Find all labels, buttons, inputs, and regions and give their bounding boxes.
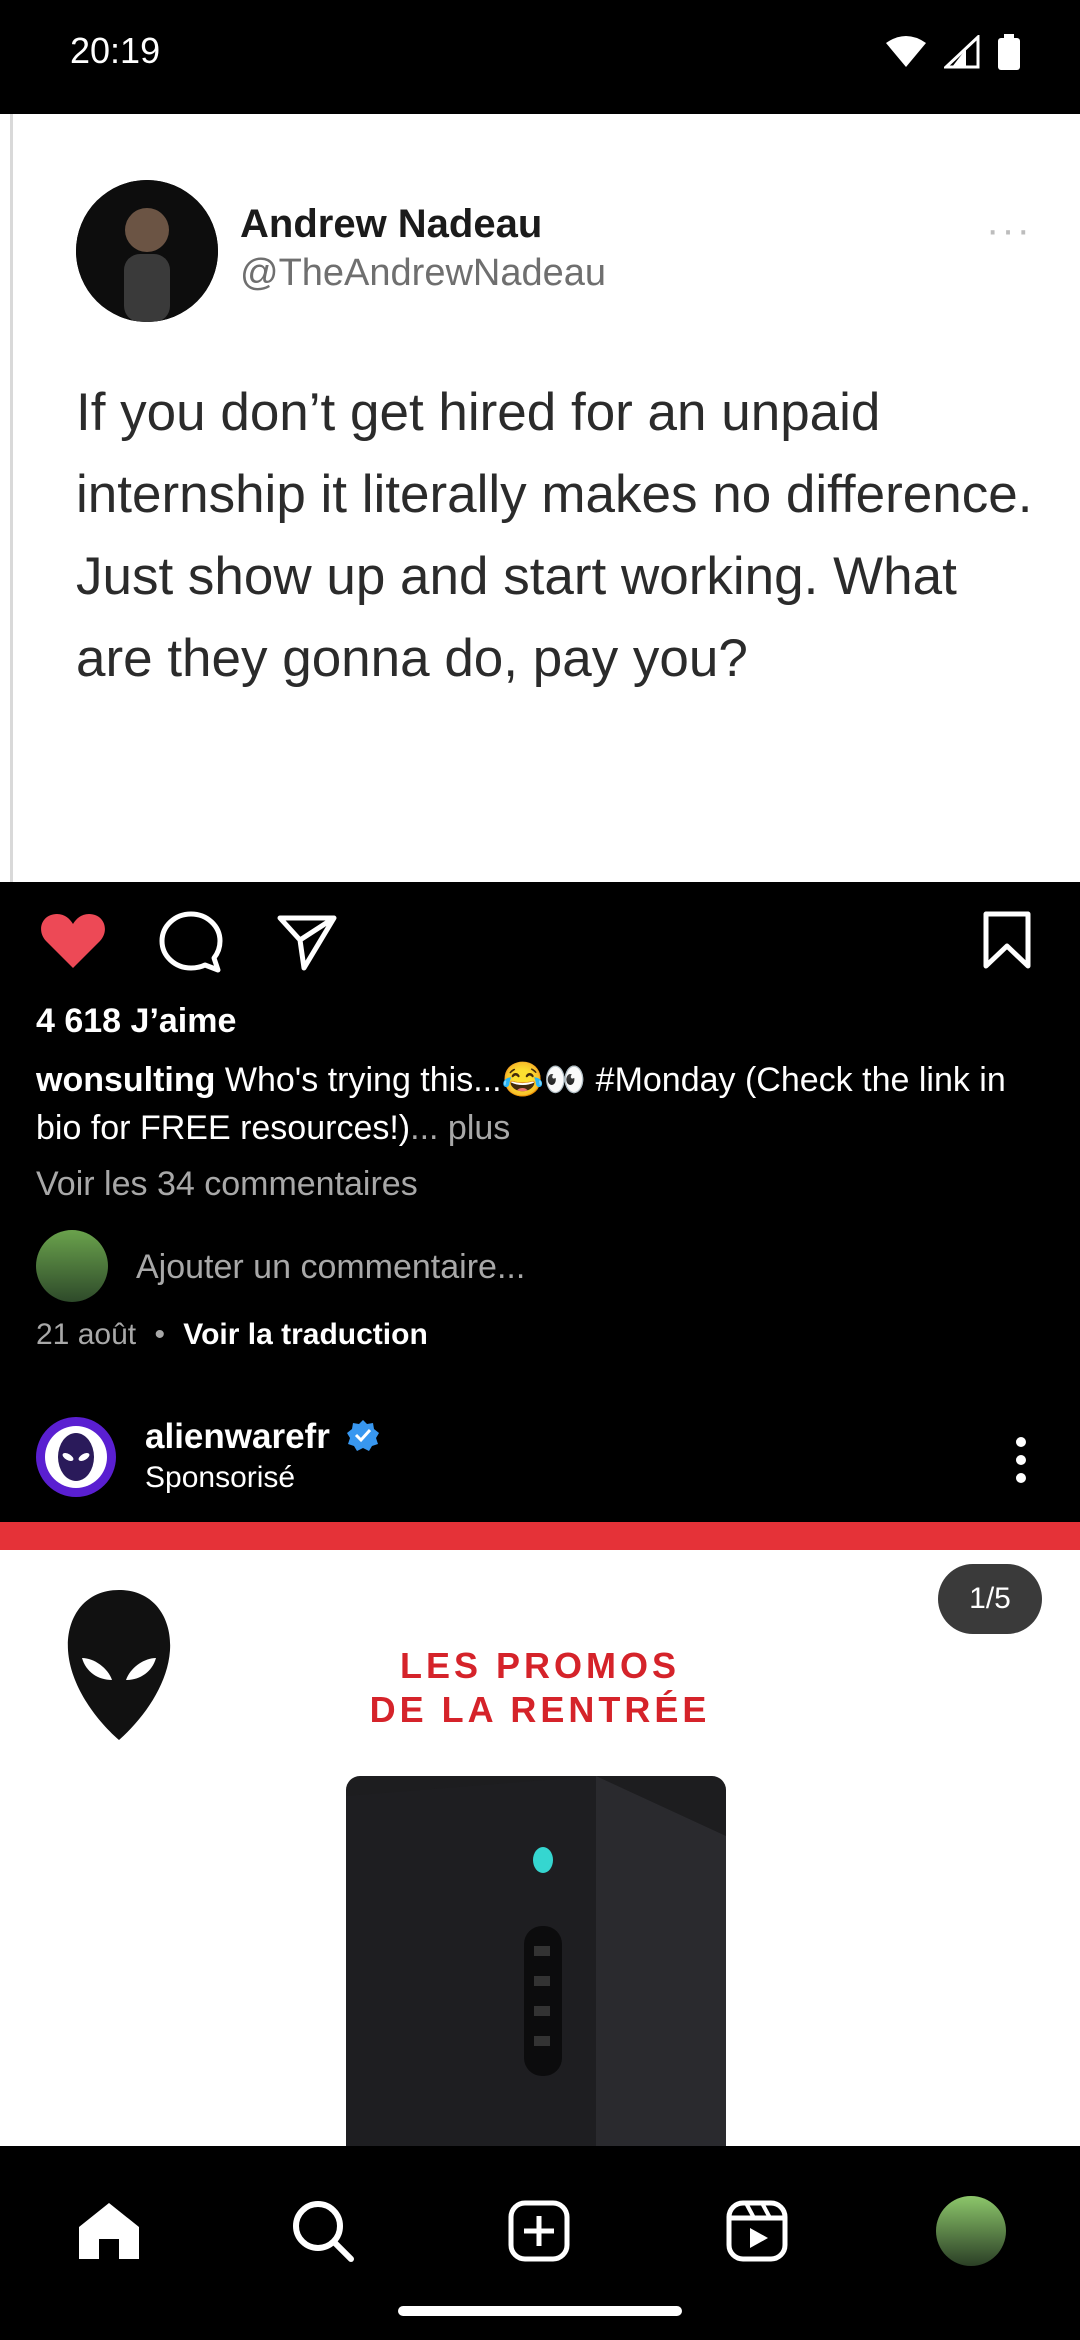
- ad-top-bar: [0, 1522, 1080, 1550]
- sponsored-label: Sponsorisé: [145, 1461, 296, 1494]
- post-date: 21 août: [36, 1318, 137, 1351]
- nav-search[interactable]: [288, 2196, 358, 2266]
- add-comment-input[interactable]: Ajouter un commentaire...: [136, 1248, 525, 1287]
- tweet-author-name: Andrew Nadeau: [240, 202, 543, 246]
- more-options-icon[interactable]: [1014, 1435, 1028, 1485]
- avatar: [36, 1230, 108, 1302]
- plus-square-icon: [508, 2200, 570, 2262]
- status-time: 20:19: [70, 30, 161, 71]
- post-image-tweet[interactable]: Andrew Nadeau @TheAndrewNadeau ··· If yo…: [0, 114, 1080, 882]
- sponsored-account-name[interactable]: alienwarefr: [145, 1417, 380, 1457]
- tweet-author-handle: @TheAndrewNadeau: [240, 252, 607, 294]
- nav-profile[interactable]: [936, 2196, 1006, 2266]
- reels-icon: [726, 2200, 788, 2262]
- view-comments-link[interactable]: Voir les 34 commentaires: [36, 1165, 418, 1204]
- ad-headline-line1: LES PROMOS: [399, 1645, 681, 1686]
- heart-icon[interactable]: [40, 910, 106, 970]
- battery-icon: [998, 34, 1020, 70]
- caption-username[interactable]: wonsulting: [36, 1061, 215, 1099]
- post-meta: 21 août • Voir la traduction: [36, 1318, 428, 1352]
- nav-reels[interactable]: [722, 2196, 792, 2266]
- caption-more-link[interactable]: ... plus: [410, 1109, 510, 1147]
- sponsored-post-header: alienwarefr Sponsorisé: [0, 1405, 1080, 1523]
- meta-separator: •: [154, 1318, 165, 1351]
- nav-create[interactable]: [504, 2196, 574, 2266]
- ad-headline: LES PROMOS DE LA RENTRÉE: [360, 1644, 720, 1732]
- signal-icon: [944, 35, 980, 69]
- status-icons: [886, 34, 1020, 70]
- send-icon[interactable]: [276, 912, 338, 972]
- tweet-text: If you don’t get hired for an unpaid int…: [76, 383, 1033, 688]
- avatar: [936, 2196, 1006, 2266]
- divider: [10, 114, 13, 882]
- verified-badge-icon: [346, 1420, 379, 1451]
- wifi-icon: [886, 36, 926, 67]
- home-icon: [79, 2203, 139, 2259]
- post-caption: wonsulting Who's trying this...😂👀 #Monda…: [36, 1056, 1046, 1152]
- gesture-bar: [398, 2306, 682, 2316]
- bottom-navigation: [0, 2146, 1080, 2340]
- account-name-text: alienwarefr: [145, 1417, 330, 1456]
- like-count[interactable]: 4 618 J’aime: [36, 1002, 236, 1041]
- nav-home[interactable]: [74, 2196, 144, 2266]
- desktop-pc-image: [346, 1776, 726, 2146]
- tweet-more-icon: ···: [986, 208, 1032, 252]
- tweet-avatar: [76, 180, 218, 322]
- alienware-logo-avatar[interactable]: [36, 1417, 116, 1497]
- search-icon: [293, 2201, 354, 2262]
- ad-media[interactable]: 1/5 LES PROMOS DE LA RENTRÉE: [0, 1550, 1080, 2146]
- ad-headline-line2: DE LA RENTRÉE: [369, 1689, 711, 1730]
- bookmark-icon[interactable]: [982, 910, 1032, 970]
- alien-logo-icon: [67, 1590, 171, 1740]
- carousel-counter: 1/5: [938, 1564, 1042, 1634]
- comment-icon[interactable]: [158, 910, 224, 974]
- add-comment-row[interactable]: Ajouter un commentaire...: [36, 1230, 1046, 1304]
- status-bar: 20:19: [0, 0, 1080, 114]
- see-translation-link[interactable]: Voir la traduction: [183, 1318, 427, 1351]
